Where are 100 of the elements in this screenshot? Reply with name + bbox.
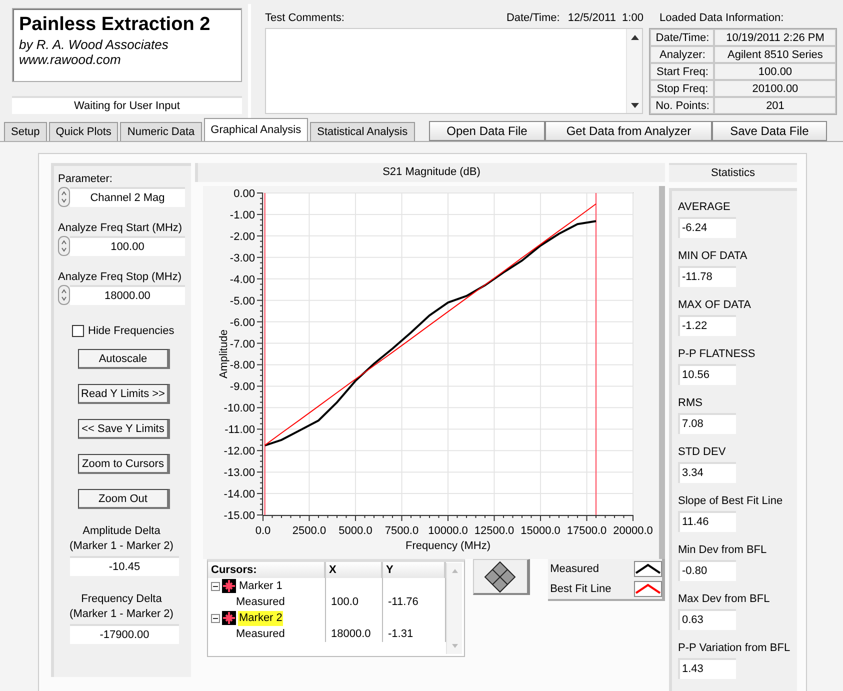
info-label: Start Freq: bbox=[650, 63, 714, 80]
stat-value: 11.46 bbox=[678, 511, 736, 532]
field-label: Parameter: bbox=[58, 172, 114, 187]
file-button[interactable]: Get Data from Analyzer bbox=[545, 121, 712, 141]
column-header: Y bbox=[383, 562, 446, 578]
field-label: Amplitude Delta bbox=[82, 524, 162, 539]
up-arrow-icon bbox=[631, 34, 640, 40]
collapse-icon[interactable] bbox=[211, 582, 220, 590]
stat-value: 3.34 bbox=[678, 462, 736, 483]
value-field[interactable]: 18000.00 bbox=[70, 285, 185, 305]
website-text: www.rawood.com bbox=[19, 52, 122, 67]
stat-label: RMS bbox=[678, 396, 704, 411]
stat-value: 0.63 bbox=[678, 609, 736, 630]
tick-label: -15.00 bbox=[224, 510, 255, 522]
checkbox[interactable] bbox=[72, 325, 84, 337]
action-button[interactable]: Zoom to Cursors bbox=[78, 454, 170, 474]
tab[interactable]: Statistical Analysis bbox=[310, 122, 415, 141]
crosshair-icon bbox=[222, 579, 236, 593]
spinner-icon[interactable] bbox=[58, 285, 70, 305]
info-value: 100.00 bbox=[714, 63, 836, 80]
tick-label: -9.00 bbox=[230, 381, 255, 394]
tick-label: 10000.0 bbox=[428, 525, 468, 537]
tick-label: 12500.0 bbox=[474, 525, 514, 537]
marker-label[interactable]: Marker 1 bbox=[238, 578, 284, 594]
axis-title: Frequency (MHz) bbox=[406, 540, 490, 552]
action-button[interactable]: << Save Y Limits bbox=[78, 419, 170, 439]
tick-label: -2.00 bbox=[230, 230, 255, 243]
action-button[interactable]: Read Y Limits >> bbox=[78, 384, 170, 404]
legend-label: Measured bbox=[550, 563, 599, 575]
stat-label: P-P Variation from BFL bbox=[678, 641, 791, 656]
info-label: No. Points: bbox=[650, 97, 714, 114]
section-title: Loaded Data Information: bbox=[658, 11, 785, 26]
app-subtitle: by R. A. Wood Associates bbox=[19, 37, 170, 52]
tick-label: -12.00 bbox=[224, 446, 255, 458]
stat-value: -11.78 bbox=[678, 266, 736, 287]
info-value: 10/19/2011 2:26 PM bbox=[714, 29, 836, 46]
info-value: 20100.00 bbox=[714, 80, 836, 97]
tab[interactable]: Setup bbox=[4, 122, 47, 141]
info-value: 201 bbox=[714, 97, 836, 114]
tick-label: -13.00 bbox=[224, 467, 255, 480]
value-field: -10.45 bbox=[70, 556, 179, 576]
collapse-icon[interactable] bbox=[211, 614, 220, 622]
marker-label[interactable]: Marker 2 bbox=[238, 610, 284, 626]
field-label: Frequency Delta bbox=[80, 592, 163, 607]
stat-label: Min Dev from BFL bbox=[678, 543, 768, 558]
stat-value: 10.56 bbox=[678, 364, 736, 385]
graph-title: S21 Magnitude (dB) bbox=[195, 163, 665, 182]
value-field: -17900.00 bbox=[70, 624, 179, 644]
diamond-icon bbox=[484, 560, 516, 592]
info-label: Analyzer: bbox=[650, 46, 714, 63]
tick-label: -4.00 bbox=[230, 274, 255, 286]
action-button[interactable]: Zoom Out bbox=[78, 489, 170, 509]
action-button[interactable]: Autoscale bbox=[78, 349, 170, 369]
tick-label: -14.00 bbox=[224, 488, 255, 501]
axis-title: Amplitude bbox=[218, 330, 230, 378]
tick-label: 0.00 bbox=[234, 188, 255, 200]
field-label: Date/Time: bbox=[506, 12, 560, 24]
stat-value: 7.08 bbox=[678, 413, 736, 434]
crosshair-icon bbox=[222, 611, 236, 625]
tick-label: 5000.0 bbox=[338, 525, 372, 537]
cursor-move-button[interactable] bbox=[472, 559, 530, 595]
file-button[interactable]: Open Data File bbox=[428, 121, 546, 141]
tick-label: 7500.0 bbox=[384, 525, 419, 537]
stat-value: -0.80 bbox=[678, 560, 736, 581]
stat-value: -1.22 bbox=[678, 315, 736, 336]
value-field[interactable]: Channel 2 Mag bbox=[70, 187, 185, 207]
field-label: Test Comments: bbox=[264, 12, 344, 24]
trace-label: Measured bbox=[235, 628, 285, 640]
tab[interactable]: Graphical Analysis bbox=[204, 118, 308, 141]
spinner-icon[interactable] bbox=[58, 236, 70, 256]
tick-label: 20000.0 bbox=[613, 525, 653, 537]
field-label: (Marker 1 - Marker 2) bbox=[68, 607, 174, 622]
tab[interactable]: Quick Plots bbox=[48, 122, 118, 141]
up-arrow-icon bbox=[452, 569, 458, 573]
tick-label: -6.00 bbox=[230, 316, 255, 329]
down-arrow-icon bbox=[631, 102, 640, 108]
stat-label: Max Dev from BFL bbox=[678, 592, 771, 607]
date-time-text: 12/5/2011 1:00 bbox=[568, 12, 644, 24]
file-button[interactable]: Save Data File bbox=[712, 121, 827, 141]
statistics-title: Statistics bbox=[669, 163, 797, 182]
stat-label: AVERAGE bbox=[678, 200, 732, 215]
line-sample-icon bbox=[634, 581, 662, 597]
tick-label: -5.00 bbox=[230, 295, 255, 308]
stat-label: P-P FLATNESS bbox=[678, 347, 756, 362]
tick-label: -11.00 bbox=[224, 424, 255, 436]
tab[interactable]: Numeric Data bbox=[120, 122, 202, 141]
tick-label: -8.00 bbox=[230, 360, 255, 372]
scrollbar[interactable] bbox=[626, 29, 642, 113]
field-label: Analyze Freq Start (MHz) bbox=[58, 221, 184, 236]
stat-label: MIN OF DATA bbox=[678, 249, 748, 264]
checkbox-label: Hide Frequencies bbox=[88, 325, 174, 337]
table-cell: -1.31 bbox=[388, 628, 414, 640]
line-sample-icon bbox=[634, 561, 662, 577]
field-label: (Marker 1 - Marker 2) bbox=[68, 539, 174, 554]
comments-field[interactable] bbox=[264, 28, 644, 114]
column-header: X bbox=[326, 562, 383, 578]
field-label: Analyze Freq Stop (MHz) bbox=[58, 270, 182, 285]
value-field[interactable]: 100.00 bbox=[70, 236, 185, 256]
info-value: Agilent 8510 Series bbox=[714, 46, 836, 63]
spinner-icon[interactable] bbox=[58, 187, 70, 207]
